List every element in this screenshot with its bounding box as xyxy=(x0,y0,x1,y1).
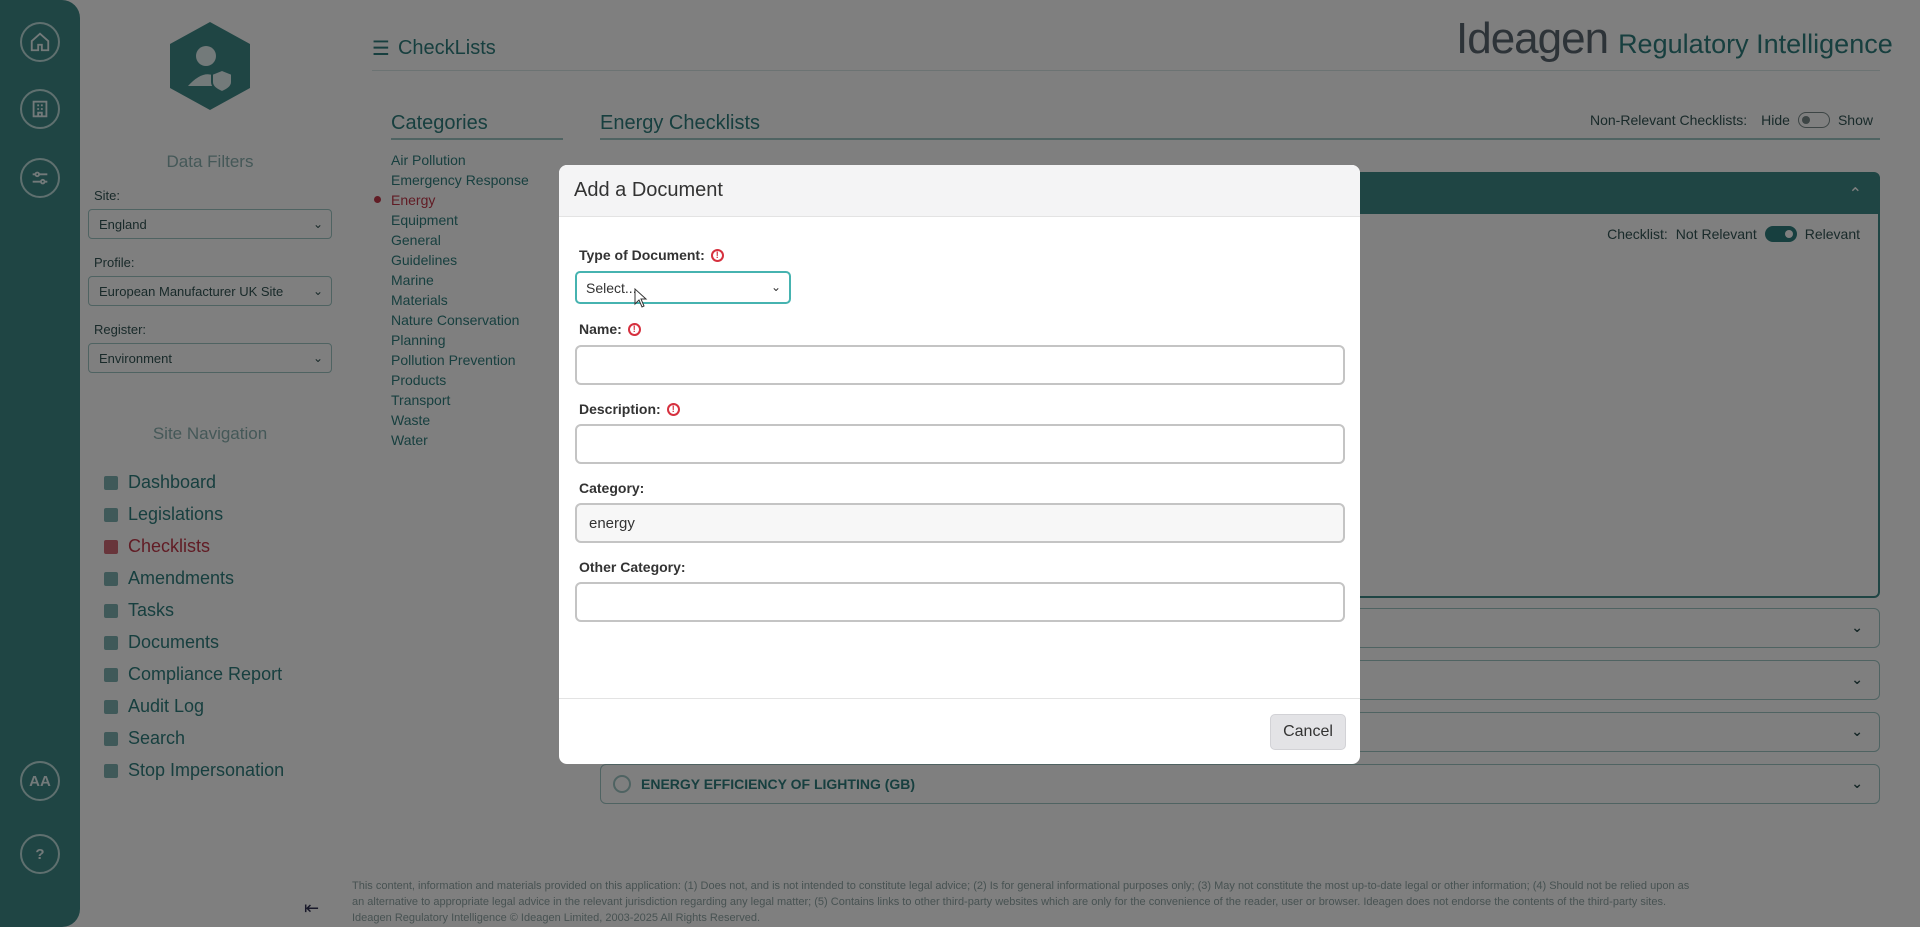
description-input[interactable] xyxy=(575,424,1345,464)
required-icon: ! xyxy=(710,248,724,262)
chevron-down-icon: ⌄ xyxy=(770,280,781,294)
type-of-document-select[interactable]: Select... ⌄ xyxy=(575,271,791,304)
required-icon: ! xyxy=(666,402,680,416)
type-of-document-label: Type of Document: ! xyxy=(579,247,724,263)
other-category-label: Other Category: xyxy=(579,559,686,575)
name-input[interactable] xyxy=(575,345,1345,385)
modal-footer: Cancel xyxy=(559,698,1360,764)
category-label: Category: xyxy=(579,480,645,496)
description-label: Description: ! xyxy=(579,401,680,417)
mouse-cursor-icon xyxy=(634,288,648,308)
cancel-button[interactable]: Cancel xyxy=(1270,714,1346,750)
required-icon: ! xyxy=(627,322,641,336)
add-document-modal: Add a Document Type of Document: ! Selec… xyxy=(559,165,1360,764)
other-category-input[interactable] xyxy=(575,582,1345,622)
name-label: Name: ! xyxy=(579,321,641,337)
type-of-document-value: Select... xyxy=(586,279,637,296)
modal-title: Add a Document xyxy=(559,165,1360,217)
category-input[interactable]: energy xyxy=(575,503,1345,543)
